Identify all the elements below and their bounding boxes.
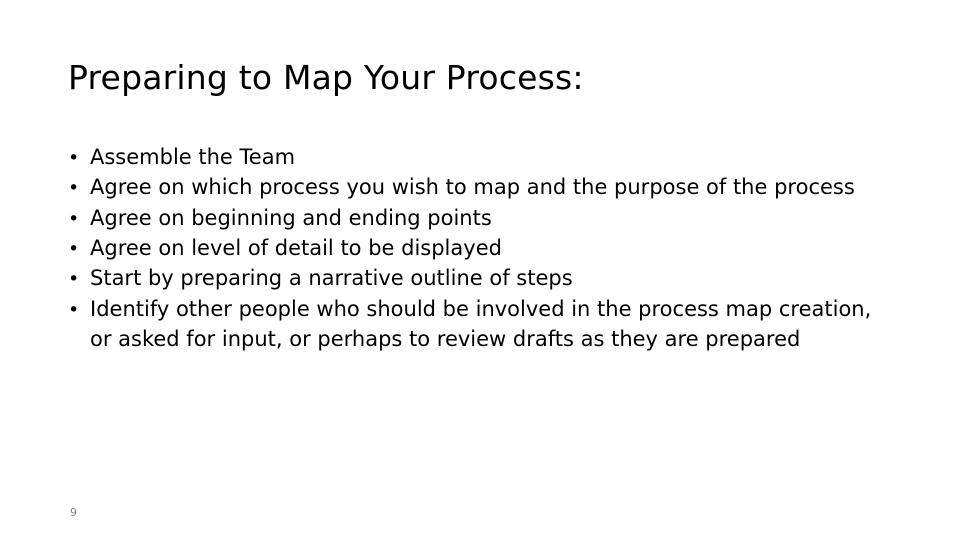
page-number: 9 bbox=[70, 506, 77, 519]
list-item-text: Assemble the Team bbox=[90, 145, 296, 169]
bullet-list: • Assemble the Team • Agree on which proce… bbox=[68, 142, 888, 354]
list-item: • Start by preparing a narrative outline … bbox=[68, 263, 888, 293]
list-item-text: Agree on beginning and ending points bbox=[90, 205, 492, 230]
list-item: • Identify other people who should be inv… bbox=[68, 294, 888, 355]
page-title: Preparing to Map Your Process: bbox=[68, 58, 584, 97]
list-item: • Agree on which process you wish to map … bbox=[68, 172, 888, 202]
bullet-marker: • bbox=[68, 147, 80, 169]
bullet-marker: • bbox=[68, 268, 80, 291]
list-item-text: Agree on which process you wish to map a… bbox=[90, 175, 855, 200]
bullet-marker: • bbox=[68, 298, 80, 321]
slide: Preparing to Map Your Process: • Assemble… bbox=[0, 0, 960, 540]
list-item-text: Start by preparing a narrative outline o… bbox=[90, 266, 573, 291]
bullet-marker: • bbox=[68, 238, 80, 261]
bullet-marker: • bbox=[68, 207, 80, 230]
bullet-marker: • bbox=[68, 177, 80, 200]
list-item: • Assemble the Team bbox=[68, 142, 888, 172]
list-item: • Agree on beginning and ending points bbox=[68, 203, 888, 233]
list-item-text: Identify other people who should be invo… bbox=[90, 296, 872, 352]
list-item: • Agree on level of detail to be displaye… bbox=[68, 233, 888, 263]
list-item-text: Agree on level of detail to be displayed bbox=[90, 236, 502, 261]
